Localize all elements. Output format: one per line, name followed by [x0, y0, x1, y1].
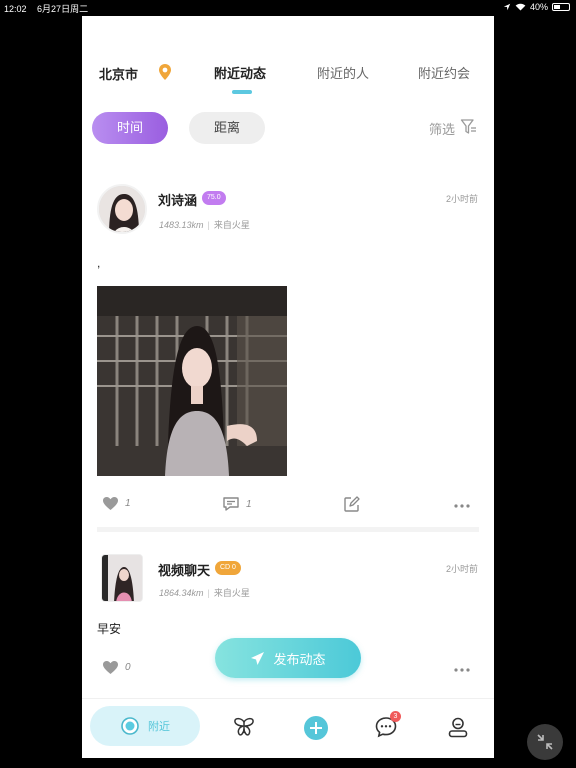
share-button[interactable]	[343, 496, 360, 513]
post-time: 2小时前	[445, 564, 478, 574]
filter-button[interactable]: 筛选	[429, 119, 455, 138]
planet-icon	[121, 717, 139, 735]
post-actions: 1 1	[82, 496, 494, 520]
like-count: 1	[125, 498, 131, 509]
add-circle-icon[interactable]	[303, 715, 329, 741]
collapse-window-button[interactable]	[527, 724, 563, 760]
post-origin: 来自火星	[213, 220, 250, 230]
bottom-tab-bar: 附近 3	[82, 698, 494, 758]
wifi-icon	[515, 3, 526, 11]
filter-row: 时间 距离 筛选	[82, 112, 494, 146]
sort-by-distance-button[interactable]: 距离	[189, 112, 265, 144]
location-arrow-icon	[503, 3, 511, 11]
funnel-icon[interactable]	[460, 118, 478, 136]
active-tab-indicator	[232, 90, 252, 94]
city-selector[interactable]: 北京市	[99, 64, 138, 83]
profile-icon[interactable]	[446, 715, 470, 739]
sort-by-time-button[interactable]: 时间	[92, 112, 168, 144]
post-username[interactable]: 刘诗涵	[158, 190, 197, 209]
battery-icon	[552, 3, 570, 11]
butterfly-icon[interactable]	[232, 715, 256, 739]
tab-nearby-dates[interactable]: 附近约会	[418, 63, 470, 82]
publish-moment-button[interactable]: 发布动态	[215, 638, 361, 678]
post-photo[interactable]	[97, 286, 287, 476]
heart-icon	[103, 661, 118, 674]
post-meta: 1483.13km | 来自火星	[159, 220, 250, 230]
level-badge: CD 0	[215, 561, 241, 575]
level-badge: 75.0	[202, 191, 226, 205]
tab-nearby-moments[interactable]: 附近动态	[214, 63, 266, 82]
post-meta: 1864.34km | 来自火星	[159, 588, 250, 598]
tab-nearby-people[interactable]: 附近的人	[317, 63, 369, 82]
more-button[interactable]	[454, 504, 470, 508]
heart-icon	[103, 497, 118, 510]
send-icon	[251, 651, 265, 665]
edit-share-icon	[344, 496, 360, 512]
post-text: 早安	[97, 622, 122, 636]
tab-nearby[interactable]: 附近	[90, 706, 200, 746]
status-time: 12:02	[4, 4, 27, 14]
comment-button[interactable]: 1	[222, 496, 252, 512]
app-screen: 北京市 附近动态 附近的人 附近约会 时间 距离 筛选 刘诗涵 75.0 2小时…	[82, 16, 494, 758]
post-distance: 1483.13km	[159, 220, 204, 230]
like-count: 0	[125, 662, 131, 673]
status-bar: 12:02 6月27日周二 40%	[0, 0, 576, 16]
more-dots-icon	[454, 504, 470, 508]
post-distance: 1864.34km	[159, 588, 204, 598]
battery-percent: 40%	[529, 2, 548, 12]
post-time: 2小时前	[445, 194, 478, 204]
avatar[interactable]	[101, 554, 143, 602]
location-pin-icon[interactable]	[158, 63, 172, 81]
top-nav: 北京市 附近动态 附近的人 附近约会	[82, 58, 494, 98]
more-dots-icon	[454, 668, 470, 672]
avatar[interactable]	[97, 184, 147, 234]
like-button[interactable]: 1	[102, 496, 131, 511]
message-badge: 3	[390, 711, 401, 722]
post-origin: 来自火星	[213, 588, 250, 598]
comment-icon	[223, 497, 239, 511]
post-username[interactable]: 视频聊天	[158, 560, 210, 579]
tab-nearby-label: 附近	[148, 721, 170, 733]
like-button[interactable]: 0	[102, 660, 131, 675]
publish-label: 发布动态	[273, 651, 326, 667]
more-button[interactable]	[454, 668, 470, 672]
status-date: 6月27日周二	[37, 4, 89, 14]
post-card[interactable]: 刘诗涵 75.0 2小时前 1483.13km | 来自火星 , 1 1	[82, 184, 494, 534]
post-text: ,	[97, 256, 101, 270]
post-divider	[97, 527, 479, 532]
comment-count: 1	[246, 498, 252, 510]
shrink-arrows-icon	[537, 734, 553, 750]
